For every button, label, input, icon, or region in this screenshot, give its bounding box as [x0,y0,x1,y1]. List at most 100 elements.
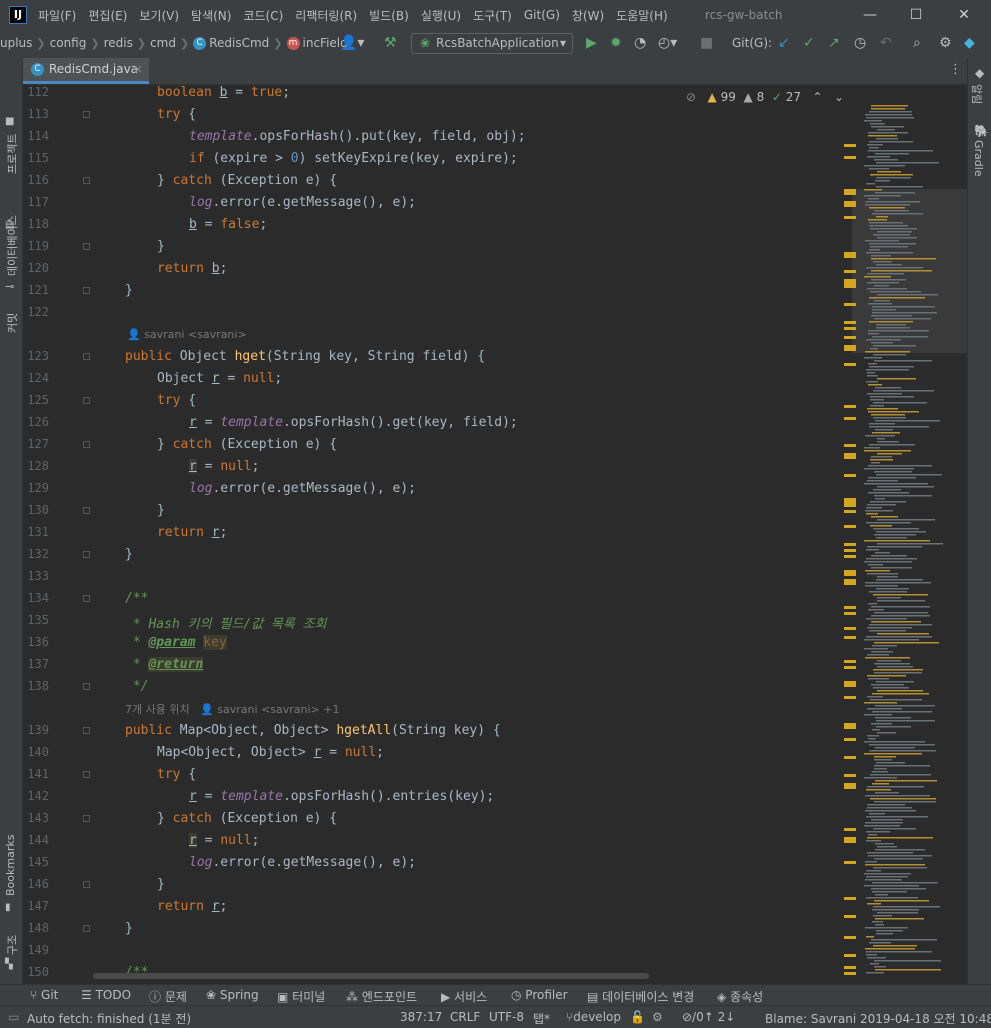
warning-stripe-marker[interactable] [844,405,856,408]
commit-panel-tab[interactable]: 커밋 [4,313,20,333]
intellij-logo-icon[interactable]: IJ [9,6,27,24]
tool-services[interactable]: ▶ 서비스 [441,988,487,1005]
menu-build[interactable]: 빌드(B) [369,7,409,24]
bookmarks-panel-tab[interactable]: Bookmarks [4,835,17,896]
git-commit-icon[interactable]: ✓ [803,34,815,52]
warning-stripe-marker[interactable] [844,828,856,831]
fold-marker[interactable] [83,815,90,822]
fold-marker[interactable] [83,595,90,602]
code-minimap[interactable] [842,85,967,978]
warning-stripe-marker[interactable] [844,774,856,777]
plugin-icon[interactable]: ◆ [964,34,975,52]
warning-stripe-marker[interactable] [844,726,856,729]
previous-highlight-icon[interactable]: ⌃ [812,90,822,104]
warning-stripe-marker[interactable] [844,582,856,585]
warning-stripe-marker[interactable] [844,279,856,282]
warning-stripe-marker[interactable] [844,606,856,609]
tool-problems[interactable]: ⓘ 문제 [149,988,187,1005]
user-icon[interactable]: 👤▾ [340,34,364,52]
warning-stripe-marker[interactable] [844,756,856,759]
git-update-icon[interactable]: ↙ [778,34,790,52]
warning-stripe-marker[interactable] [844,525,856,528]
warning-stripe-marker[interactable] [844,660,856,663]
fold-marker[interactable] [83,881,90,888]
menu-view[interactable]: 보기(V) [139,7,179,24]
warning-stripe-marker[interactable] [844,327,856,330]
debug-icon[interactable]: ✹ [610,34,622,52]
warning-stripe-marker[interactable] [844,189,856,192]
warning-stripe-marker[interactable] [844,192,856,195]
blame-info[interactable]: Blame: Savrani 2019-04-18 오전 10:48 [765,1010,991,1027]
close-tab-icon[interactable]: × [133,58,143,80]
warning-stripe-marker[interactable] [844,861,856,864]
warning-stripe-marker[interactable] [844,549,856,552]
breadcrumb-redis[interactable]: redis [104,36,133,50]
warning-stripe-marker[interactable] [844,363,856,366]
run-configuration-select[interactable]: ❀ RcsBatchApplication ▾ [411,33,573,54]
warning-stripe-marker[interactable] [844,498,856,501]
breadcrumb-uplus[interactable]: uplus [0,36,32,50]
code-editor[interactable]: ⊘ ▲ 99 ▲ 8 ✓ 27 ⌃ ⌄ 112 113 114 115 116 … [23,85,967,978]
menu-file[interactable]: 파일(F) [38,7,76,24]
warning-stripe-marker[interactable] [844,570,856,573]
breadcrumb-config[interactable]: config [50,36,87,50]
more-options-icon[interactable]: ⋮ [949,62,962,77]
warning-stripe-marker[interactable] [844,612,856,615]
warning-stripe-marker[interactable] [844,579,856,582]
menu-window[interactable]: 창(W) [572,7,604,24]
fold-marker[interactable] [83,551,90,558]
menu-code[interactable]: 코드(C) [243,7,283,24]
fold-marker[interactable] [83,771,90,778]
fold-marker[interactable] [83,353,90,360]
fold-marker[interactable] [83,111,90,118]
project-panel-tab[interactable]: 프로젝트 [4,134,20,174]
close-icon[interactable]: ✕ [941,0,987,30]
warning-stripe-marker[interactable] [844,216,856,219]
inspection-profile-icon[interactable]: ⚙ [652,1010,663,1024]
git-history-icon[interactable]: ◷ [854,34,866,52]
indent-setting[interactable]: 탭* [533,1010,550,1027]
tab-rediscmd-java[interactable]: C RedisCmd.java × [23,58,149,84]
warning-stripe-marker[interactable] [844,627,856,630]
warning-stripe-marker[interactable] [844,282,856,285]
author-hint[interactable]: 👤 savrani <savrani> [127,328,247,341]
warning-stripe-marker[interactable] [844,738,856,741]
profile-icon[interactable]: ◴▾ [658,34,677,52]
fold-marker[interactable] [83,925,90,932]
warning-stripe-marker[interactable] [844,255,856,258]
search-icon[interactable]: ⌕ [913,34,921,52]
gear-icon[interactable]: ⚙ [939,34,952,52]
fold-marker[interactable] [83,177,90,184]
minimize-icon[interactable]: — [847,0,893,30]
warning-stripe-marker[interactable] [844,966,856,969]
warning-stripe-marker[interactable] [844,573,856,576]
fold-marker[interactable] [83,243,90,250]
warning-stripe-marker[interactable] [844,501,856,504]
warning-stripe-marker[interactable] [844,681,856,684]
structure-panel-tab[interactable]: 구조 [4,935,20,955]
warning-stripe-marker[interactable] [844,636,856,639]
fold-marker[interactable] [83,683,90,690]
fold-marker[interactable] [83,397,90,404]
warning-stripe-marker[interactable] [844,510,856,513]
warning-stripe-marker[interactable] [844,303,856,306]
warning-stripe-marker[interactable] [844,156,856,159]
menu-help[interactable]: 도움말(H) [616,7,668,24]
warning-stripe-marker[interactable] [844,453,856,456]
stop-icon[interactable]: ■ [700,34,713,52]
caret-position[interactable]: 387:17 [400,1010,442,1024]
gradle-panel-tab[interactable]: Gradle [972,140,985,177]
notifications-panel-tab[interactable]: 알림 [969,84,985,104]
warning-stripe-marker[interactable] [844,336,856,339]
warning-stripe-marker[interactable] [844,270,856,273]
warning-stripe-marker[interactable] [844,555,856,558]
status-layout-icon[interactable]: ▭ [8,1010,19,1024]
fold-marker[interactable] [83,287,90,294]
menu-run[interactable]: 실행(U) [421,7,461,24]
warning-stripe-marker[interactable] [844,840,856,843]
warning-stripe-marker[interactable] [844,285,856,288]
tool-todo[interactable]: ☰ TODO [81,988,131,1002]
git-push-icon[interactable]: ↗ [828,34,840,52]
warning-stripe-marker[interactable] [844,786,856,789]
tool-profiler[interactable]: ◷ Profiler [511,988,568,1002]
